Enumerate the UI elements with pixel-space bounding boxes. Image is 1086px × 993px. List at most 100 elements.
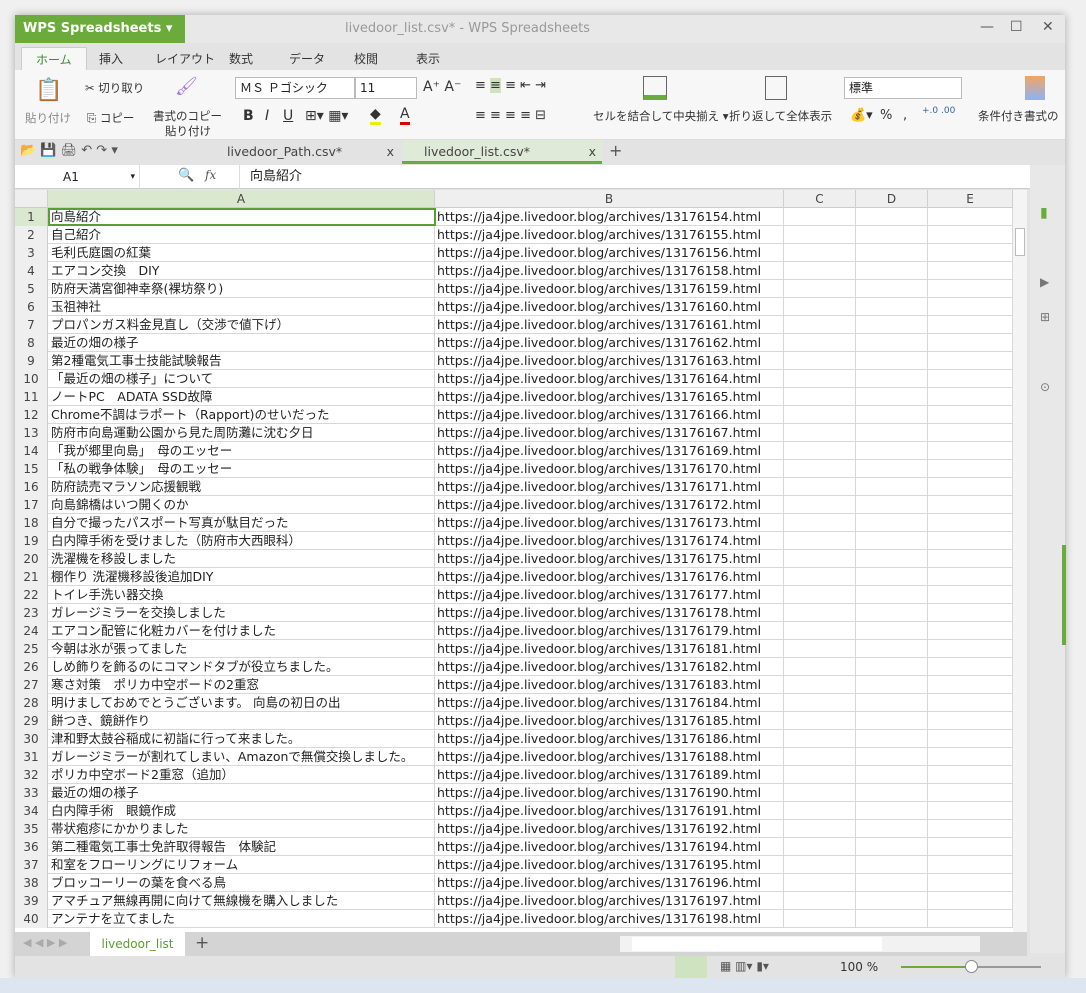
cell-title[interactable]: 白内障手術 眼鏡作成 <box>48 802 435 820</box>
row-header[interactable]: 4 <box>15 262 48 280</box>
row-header[interactable]: 10 <box>15 370 48 388</box>
cell-c[interactable] <box>784 244 856 262</box>
page-view-icons[interactable]: ▦ ▥▾ ▮▾ <box>720 959 769 973</box>
row-header[interactable]: 34 <box>15 802 48 820</box>
cell-e[interactable] <box>928 892 1013 910</box>
row-header[interactable]: 17 <box>15 496 48 514</box>
cell-c[interactable] <box>784 676 856 694</box>
font-select[interactable]: ＭＳ Ｐゴシック <box>235 77 355 99</box>
cell-c[interactable] <box>784 892 856 910</box>
cell-title[interactable]: 最近の畑の様子 <box>48 334 435 352</box>
sheet-tab-livedoor-list[interactable]: livedoor_list <box>90 932 185 956</box>
row-header[interactable]: 12 <box>15 406 48 424</box>
row-header[interactable]: 11 <box>15 388 48 406</box>
cell-title[interactable]: アマチュア無線再開に向けて無線機を購入しました <box>48 892 435 910</box>
zoom-slider[interactable] <box>901 960 1041 973</box>
cell-url[interactable]: https://ja4jpe.livedoor.blog/archives/13… <box>435 244 784 262</box>
cell-c[interactable] <box>784 226 856 244</box>
cell-e[interactable] <box>928 262 1013 280</box>
cell-e[interactable] <box>928 838 1013 856</box>
cell-title[interactable]: 帯状疱疹にかかりました <box>48 820 435 838</box>
cell-d[interactable] <box>856 406 928 424</box>
cell-c[interactable] <box>784 874 856 892</box>
cell-d[interactable] <box>856 784 928 802</box>
cell-e[interactable] <box>928 784 1013 802</box>
cell-e[interactable] <box>928 460 1013 478</box>
cell-e[interactable] <box>928 856 1013 874</box>
cell-e[interactable] <box>928 802 1013 820</box>
quick-access-icons[interactable]: 📂 💾 🖨 ↶ ↷ ▾ <box>20 143 118 158</box>
minimize-icon[interactable]: — <box>980 19 994 35</box>
cell-title[interactable]: ブロッコーリーの葉を食べる鳥 <box>48 874 435 892</box>
formula-input[interactable]: 向島紹介 <box>239 165 1029 189</box>
row-header[interactable]: 2 <box>15 226 48 244</box>
cell-d[interactable] <box>856 442 928 460</box>
row-header[interactable]: 15 <box>15 460 48 478</box>
row-header[interactable]: 5 <box>15 280 48 298</box>
cell-c[interactable] <box>784 712 856 730</box>
cell-e[interactable] <box>928 640 1013 658</box>
cell-e[interactable] <box>928 550 1013 568</box>
cell-d[interactable] <box>856 262 928 280</box>
cell-title[interactable]: 向島紹介 <box>48 208 435 226</box>
cell-e[interactable] <box>928 280 1013 298</box>
cut-button[interactable]: ✂ 切り取り <box>85 80 144 96</box>
cell-title[interactable]: 第2種電気工事士技能試験報告 <box>48 352 435 370</box>
cell-d[interactable] <box>856 316 928 334</box>
vertical-scrollbar[interactable] <box>1013 190 1027 932</box>
cell-title[interactable]: 棚作り 洗濯機移設後追加DIY <box>48 568 435 586</box>
cell-url[interactable]: https://ja4jpe.livedoor.blog/archives/13… <box>435 694 784 712</box>
cell-c[interactable] <box>784 802 856 820</box>
doc-tab-path[interactable]: livedoor_Path.csv* x <box>205 140 400 164</box>
cell-d[interactable] <box>856 856 928 874</box>
cell-e[interactable] <box>928 442 1013 460</box>
cell-d[interactable] <box>856 568 928 586</box>
cell-d[interactable] <box>856 208 928 226</box>
cell-e[interactable] <box>928 388 1013 406</box>
cell-e[interactable] <box>928 424 1013 442</box>
cell-url[interactable]: https://ja4jpe.livedoor.blog/archives/13… <box>435 316 784 334</box>
column-header-c[interactable]: C <box>784 190 856 208</box>
horizontal-scrollbar[interactable] <box>620 936 980 952</box>
cell-c[interactable] <box>784 604 856 622</box>
cell-url[interactable]: https://ja4jpe.livedoor.blog/archives/13… <box>435 550 784 568</box>
cell-e[interactable] <box>928 730 1013 748</box>
cell-c[interactable] <box>784 820 856 838</box>
cell-title[interactable]: 今朝は氷が張ってました <box>48 640 435 658</box>
cell-url[interactable]: https://ja4jpe.livedoor.blog/archives/13… <box>435 658 784 676</box>
cell-e[interactable] <box>928 622 1013 640</box>
row-header[interactable]: 18 <box>15 514 48 532</box>
normal-view-icon[interactable] <box>675 956 707 978</box>
cell-title[interactable]: 寒さ対策 ポリカ中空ボードの2重窓 <box>48 676 435 694</box>
cell-d[interactable] <box>856 640 928 658</box>
cell-c[interactable] <box>784 748 856 766</box>
cell-url[interactable]: https://ja4jpe.livedoor.blog/archives/13… <box>435 424 784 442</box>
cell-c[interactable] <box>784 514 856 532</box>
cell-e[interactable] <box>928 658 1013 676</box>
cell-url[interactable]: https://ja4jpe.livedoor.blog/archives/13… <box>435 802 784 820</box>
cell-url[interactable]: https://ja4jpe.livedoor.blog/archives/13… <box>435 262 784 280</box>
row-header[interactable]: 6 <box>15 298 48 316</box>
cell-d[interactable] <box>856 766 928 784</box>
cell-c[interactable] <box>784 532 856 550</box>
cell-url[interactable]: https://ja4jpe.livedoor.blog/archives/13… <box>435 856 784 874</box>
cell-d[interactable] <box>856 658 928 676</box>
row-header[interactable]: 16 <box>15 478 48 496</box>
cell-e[interactable] <box>928 298 1013 316</box>
number-format-select[interactable]: 標準 <box>844 77 962 99</box>
cell-title[interactable]: 自分で撮ったパスポート写真が駄目だった <box>48 514 435 532</box>
row-header[interactable]: 27 <box>15 676 48 694</box>
cell-title[interactable]: 向島錦橋はいつ開くのか <box>48 496 435 514</box>
cell-title[interactable]: 玉祖神社 <box>48 298 435 316</box>
cell-e[interactable] <box>928 820 1013 838</box>
cell-url[interactable]: https://ja4jpe.livedoor.blog/archives/13… <box>435 604 784 622</box>
cell-c[interactable] <box>784 334 856 352</box>
cell-url[interactable]: https://ja4jpe.livedoor.blog/archives/13… <box>435 406 784 424</box>
cell-url[interactable]: https://ja4jpe.livedoor.blog/archives/13… <box>435 676 784 694</box>
name-box[interactable]: A1 ▾ <box>15 165 140 189</box>
cell-c[interactable] <box>784 208 856 226</box>
fill-color-icon[interactable]: ◆ <box>370 106 381 125</box>
cell-d[interactable] <box>856 424 928 442</box>
cell-url[interactable]: https://ja4jpe.livedoor.blog/archives/13… <box>435 730 784 748</box>
row-header[interactable]: 21 <box>15 568 48 586</box>
